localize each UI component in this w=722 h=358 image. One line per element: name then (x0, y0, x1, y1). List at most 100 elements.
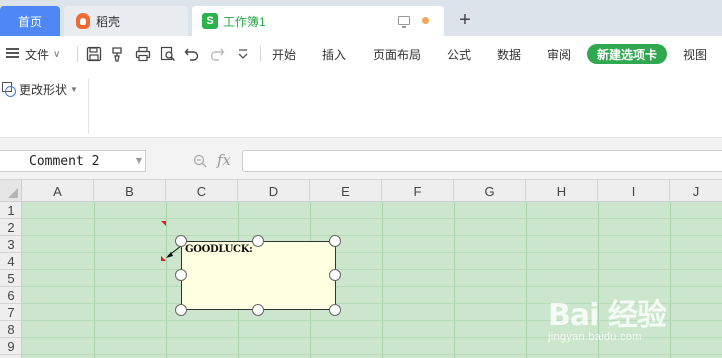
save-icon[interactable] (86, 46, 102, 62)
comment-box[interactable]: GOODLUCK: (181, 241, 336, 310)
comment-indicator (161, 221, 166, 226)
comment-indicator (161, 256, 166, 261)
row-header[interactable]: 1 (0, 202, 22, 219)
file-menu-label: 文件 (25, 47, 50, 62)
fx-icon[interactable]: fx (217, 151, 231, 169)
menu-tab-label: 数据 (497, 47, 522, 62)
grid-line (598, 202, 599, 358)
menu-tab-page-layout[interactable]: 页面布局 (373, 36, 421, 72)
menu-row: 文件 ∨ 开始 插入 页面布局 公式 数据 审阅 新建选项卡 视图 (0, 36, 722, 72)
tab-bar: 首页 稻壳 S 工作簿1 + (0, 0, 722, 36)
column-headers: A B C D E F G H I J (22, 180, 722, 202)
menu-tab-start[interactable]: 开始 (272, 36, 296, 72)
shapes-icon (2, 82, 16, 97)
hamburger-menu-icon[interactable] (6, 48, 19, 58)
grid-line (94, 202, 95, 358)
cell-grid[interactable] (22, 202, 722, 358)
toolbar-gap (0, 138, 722, 146)
change-shape-button[interactable]: 更改形状 ▼ (2, 80, 78, 98)
grid-line (22, 320, 722, 321)
grid-line (22, 269, 722, 270)
resize-handle[interactable] (252, 235, 264, 247)
menu-tab-view[interactable]: 视图 (683, 36, 707, 72)
resize-handle[interactable] (329, 304, 341, 316)
new-tab-button[interactable]: 新建选项卡 (587, 44, 667, 64)
monitor-icon[interactable] (398, 16, 410, 28)
formula-input[interactable] (242, 150, 722, 172)
column-header[interactable]: D (238, 180, 310, 202)
name-box-value: Comment 2 (29, 153, 100, 169)
menu-divider (77, 46, 78, 62)
name-box[interactable]: Comment 2 ▼ (0, 150, 146, 172)
menu-tab-label: 审阅 (547, 47, 572, 62)
row-header[interactable]: 3 (0, 236, 22, 253)
column-header[interactable]: H (526, 180, 598, 202)
undo-icon[interactable] (184, 46, 200, 62)
formula-bar: Comment 2 ▼ fx (0, 146, 722, 180)
grid-line (22, 235, 722, 236)
column-header[interactable]: A (22, 180, 94, 202)
column-header[interactable]: E (310, 180, 382, 202)
tab-workbook-label: 工作簿1 (223, 14, 266, 29)
column-header[interactable]: C (166, 180, 238, 202)
comment-text[interactable]: GOODLUCK: (185, 244, 253, 255)
menu-tab-label: 视图 (683, 47, 708, 62)
tab-daoke[interactable]: 稻壳 (64, 6, 188, 36)
grid-line (166, 202, 167, 358)
resize-handle[interactable] (329, 269, 341, 281)
customize-toolbar-chevron-icon[interactable] (235, 46, 251, 62)
print-preview-icon[interactable] (160, 46, 176, 62)
grid-line (22, 303, 722, 304)
unsaved-dot-icon (422, 17, 429, 24)
row-header[interactable]: 9 (0, 338, 22, 355)
row-header[interactable]: 6 (0, 287, 22, 304)
menu-tab-insert[interactable]: 插入 (322, 36, 346, 72)
format-painter-icon[interactable] (110, 46, 126, 62)
menu-tab-review[interactable]: 审阅 (547, 36, 571, 72)
grid-line (526, 202, 527, 358)
menu-divider (260, 46, 261, 62)
resize-handle[interactable] (175, 235, 187, 247)
tab-home[interactable]: 首页 (0, 6, 60, 36)
column-header[interactable]: B (94, 180, 166, 202)
new-tab-plus-icon[interactable]: + (455, 6, 475, 34)
menu-tab-label: 公式 (447, 47, 472, 62)
menu-tab-label: 插入 (322, 47, 347, 62)
row-header[interactable]: 5 (0, 270, 22, 287)
resize-handle[interactable] (329, 235, 341, 247)
daoke-logo-icon (76, 13, 90, 29)
grid-line (22, 252, 722, 253)
grid-line (22, 286, 722, 287)
grid-line (22, 354, 722, 355)
row-header[interactable]: 4 (0, 253, 22, 270)
chevron-down-icon[interactable]: ▼ (136, 156, 142, 165)
menu-tab-label: 开始 (272, 47, 297, 62)
file-menu[interactable]: 文件 ∨ (25, 36, 60, 72)
row-header[interactable]: 7 (0, 304, 22, 321)
chevron-down-icon: ▼ (70, 84, 78, 94)
column-header[interactable]: F (382, 180, 454, 202)
redo-icon[interactable] (209, 46, 225, 62)
spreadsheet-app-icon: S (202, 13, 218, 29)
menu-tab-label: 页面布局 (373, 47, 422, 62)
resize-handle[interactable] (175, 269, 187, 281)
column-header[interactable]: J (670, 180, 722, 202)
row-header[interactable]: 8 (0, 321, 22, 338)
menu-tab-formulas[interactable]: 公式 (447, 36, 471, 72)
tab-daoke-label: 稻壳 (96, 14, 121, 29)
menu-tab-data[interactable]: 数据 (497, 36, 521, 72)
column-header[interactable]: G (454, 180, 526, 202)
grid-line (454, 202, 455, 358)
grid-line (22, 218, 722, 219)
ribbon: 更改形状 ▼ (0, 72, 722, 138)
column-header[interactable]: I (598, 180, 670, 202)
print-icon[interactable] (135, 46, 151, 62)
zoom-icon[interactable] (193, 154, 207, 168)
select-all-corner[interactable] (0, 180, 22, 202)
resize-handle[interactable] (175, 304, 187, 316)
grid-line (22, 337, 722, 338)
row-header[interactable]: 2 (0, 219, 22, 236)
change-shape-label: 更改形状 (19, 82, 68, 97)
tab-home-label: 首页 (17, 14, 42, 29)
resize-handle[interactable] (252, 304, 264, 316)
